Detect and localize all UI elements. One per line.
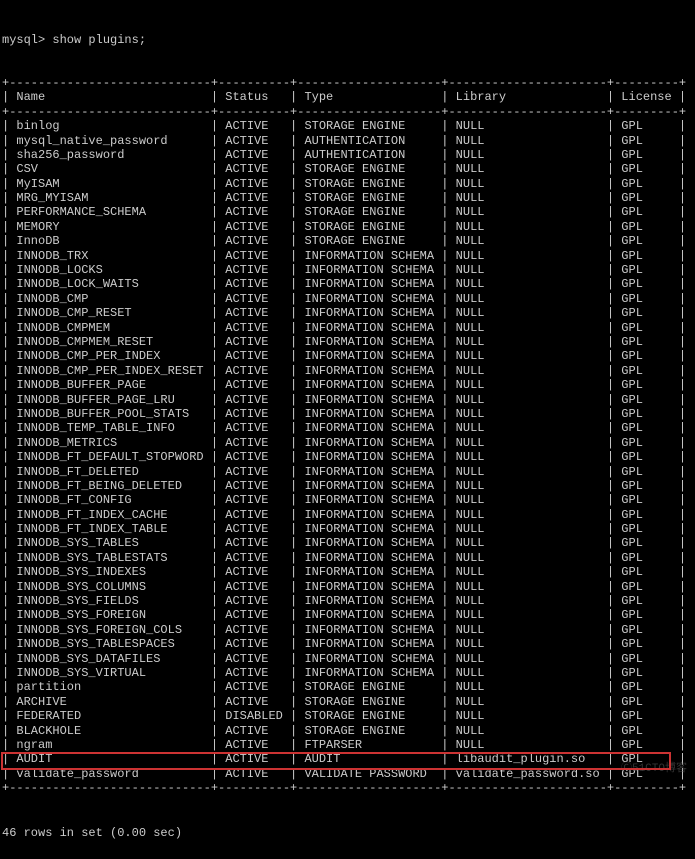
table-row: | INNODB_FT_BEING_DELETED | ACTIVE | INF… (0, 479, 695, 493)
table-row: | INNODB_TEMP_TABLE_INFO | ACTIVE | INFO… (0, 421, 695, 435)
table-row: | ngram | ACTIVE | FTPARSER | NULL | GPL… (0, 738, 695, 752)
result-footer: 46 rows in set (0.00 sec) (0, 826, 695, 840)
table-row: | INNODB_SYS_DATAFILES | ACTIVE | INFORM… (0, 652, 695, 666)
table-row: | sha256_password | ACTIVE | AUTHENTICAT… (0, 148, 695, 162)
table-row: | INNODB_FT_INDEX_TABLE | ACTIVE | INFOR… (0, 522, 695, 536)
table-row: | MyISAM | ACTIVE | STORAGE ENGINE | NUL… (0, 177, 695, 191)
table-row: | PERFORMANCE_SCHEMA | ACTIVE | STORAGE … (0, 205, 695, 219)
table-row: | INNODB_CMPMEM_RESET | ACTIVE | INFORMA… (0, 335, 695, 349)
plugins-table: +----------------------------+----------… (0, 76, 695, 796)
table-border: +----------------------------+----------… (0, 76, 695, 90)
table-row: | INNODB_BUFFER_POOL_STATS | ACTIVE | IN… (0, 407, 695, 421)
table-row: | INNODB_BUFFER_PAGE_LRU | ACTIVE | INFO… (0, 393, 695, 407)
table-row: | INNODB_SYS_VIRTUAL | ACTIVE | INFORMAT… (0, 666, 695, 680)
table-row: | INNODB_FT_DELETED | ACTIVE | INFORMATI… (0, 465, 695, 479)
table-row: | MRG_MYISAM | ACTIVE | STORAGE ENGINE |… (0, 191, 695, 205)
mysql-prompt: mysql> show plugins; (0, 33, 695, 47)
watermark: Ⓒ51CTO博客 (621, 763, 687, 776)
terminal-output: mysql> show plugins; +------------------… (0, 0, 695, 859)
table-row: | INNODB_BUFFER_PAGE | ACTIVE | INFORMAT… (0, 378, 695, 392)
table-row: | INNODB_SYS_COLUMNS | ACTIVE | INFORMAT… (0, 580, 695, 594)
table-row: | INNODB_CMP_PER_INDEX_RESET | ACTIVE | … (0, 364, 695, 378)
table-row: | INNODB_LOCKS | ACTIVE | INFORMATION SC… (0, 263, 695, 277)
table-row: | validate_password | ACTIVE | VALIDATE … (0, 767, 695, 781)
table-row: | INNODB_METRICS | ACTIVE | INFORMATION … (0, 436, 695, 450)
table-row: | INNODB_SYS_FOREIGN | ACTIVE | INFORMAT… (0, 608, 695, 622)
table-row: | INNODB_CMPMEM | ACTIVE | INFORMATION S… (0, 321, 695, 335)
table-border: +----------------------------+----------… (0, 781, 695, 795)
table-row: | INNODB_CMP_RESET | ACTIVE | INFORMATIO… (0, 306, 695, 320)
table-row: | INNODB_CMP | ACTIVE | INFORMATION SCHE… (0, 292, 695, 306)
table-row: | FEDERATED | DISABLED | STORAGE ENGINE … (0, 709, 695, 723)
table-row: | INNODB_SYS_TABLESPACES | ACTIVE | INFO… (0, 637, 695, 651)
table-row: | MEMORY | ACTIVE | STORAGE ENGINE | NUL… (0, 220, 695, 234)
table-row: | BLACKHOLE | ACTIVE | STORAGE ENGINE | … (0, 724, 695, 738)
table-row: | INNODB_CMP_PER_INDEX | ACTIVE | INFORM… (0, 349, 695, 363)
table-row: | binlog | ACTIVE | STORAGE ENGINE | NUL… (0, 119, 695, 133)
table-row: | ARCHIVE | ACTIVE | STORAGE ENGINE | NU… (0, 695, 695, 709)
table-row: | INNODB_SYS_FIELDS | ACTIVE | INFORMATI… (0, 594, 695, 608)
table-row-highlighted: | AUDIT | ACTIVE | AUDIT | libaudit_plug… (0, 752, 695, 766)
table-row: | INNODB_FT_INDEX_CACHE | ACTIVE | INFOR… (0, 508, 695, 522)
table-row: | InnoDB | ACTIVE | STORAGE ENGINE | NUL… (0, 234, 695, 248)
table-row: | mysql_native_password | ACTIVE | AUTHE… (0, 134, 695, 148)
table-row: | INNODB_SYS_TABLESTATS | ACTIVE | INFOR… (0, 551, 695, 565)
table-border: +----------------------------+----------… (0, 105, 695, 119)
table-row: | INNODB_SYS_TABLES | ACTIVE | INFORMATI… (0, 536, 695, 550)
table-row: | INNODB_SYS_FOREIGN_COLS | ACTIVE | INF… (0, 623, 695, 637)
table-row: | INNODB_FT_CONFIG | ACTIVE | INFORMATIO… (0, 493, 695, 507)
table-row: | partition | ACTIVE | STORAGE ENGINE | … (0, 680, 695, 694)
table-row: | INNODB_LOCK_WAITS | ACTIVE | INFORMATI… (0, 277, 695, 291)
table-header: | Name | Status | Type | Library | Licen… (0, 90, 695, 104)
table-row: | INNODB_FT_DEFAULT_STOPWORD | ACTIVE | … (0, 450, 695, 464)
table-row: | CSV | ACTIVE | STORAGE ENGINE | NULL |… (0, 162, 695, 176)
table-row: | INNODB_TRX | ACTIVE | INFORMATION SCHE… (0, 249, 695, 263)
table-row: | INNODB_SYS_INDEXES | ACTIVE | INFORMAT… (0, 565, 695, 579)
